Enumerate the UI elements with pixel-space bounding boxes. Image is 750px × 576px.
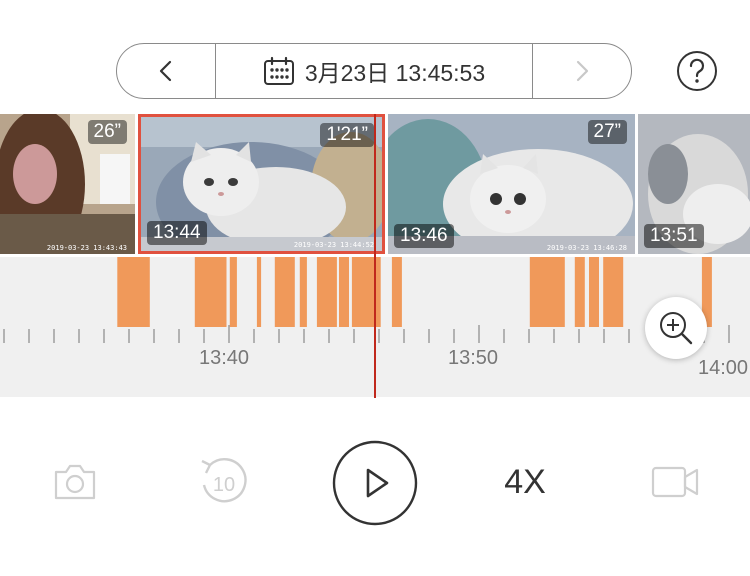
chevron-right-icon (576, 60, 589, 82)
recording-segment[interactable] (256, 257, 262, 327)
help-button[interactable] (676, 50, 718, 92)
camera-icon (54, 464, 96, 500)
recording-segment[interactable] (299, 257, 307, 327)
date-navigator: 3月23日 13:45:53 (116, 43, 632, 99)
recording-segment[interactable] (391, 257, 402, 327)
zoom-in-button[interactable] (645, 297, 707, 359)
recording-segment[interactable] (229, 257, 237, 327)
timeline-label: 13:50 (448, 347, 499, 369)
previous-day-button[interactable] (117, 44, 216, 98)
timeline-label: 13:40 (199, 347, 250, 369)
zoom-in-icon (660, 312, 693, 345)
next-day-button[interactable] (532, 44, 631, 98)
timeline-label: 14:00 (698, 357, 749, 379)
video-thumbnail-selected[interactable]: 1'21” 13:44 2019-03-23 13:44:52 (138, 114, 385, 254)
recording-segment[interactable] (274, 257, 295, 327)
recording-segment[interactable] (574, 257, 585, 327)
recording-segment[interactable] (194, 257, 227, 327)
clip-start-time: 13:51 (644, 224, 704, 248)
video-thumbnail[interactable]: 26” 2019-03-23 13:43:43 (0, 114, 135, 254)
calendar-icon (263, 56, 294, 85)
rewind-10-icon: 10 (201, 458, 247, 503)
help-icon (677, 51, 717, 91)
chevron-left-icon (159, 60, 172, 82)
play-icon (332, 440, 418, 526)
recording-segment[interactable] (316, 257, 337, 327)
clip-duration: 27” (587, 120, 627, 144)
clip-duration: 1'21” (320, 123, 374, 147)
screenshot-button[interactable] (48, 455, 102, 509)
recording-segment[interactable] (589, 257, 599, 327)
recording-segment[interactable] (117, 257, 150, 327)
recording-timestamp: 2019-03-23 13:46:28 (546, 244, 627, 252)
recording-timestamp: 2019-03-23 13:44:52 (293, 241, 374, 249)
play-button[interactable] (332, 440, 418, 526)
rewind-10-button[interactable]: 10 (196, 455, 250, 509)
recording-segment[interactable] (603, 257, 624, 327)
recording-segment[interactable] (529, 257, 565, 327)
video-thumbnail[interactable]: 27” 13:46 2019-03-23 13:46:28 (388, 114, 635, 254)
video-camera-icon (651, 466, 699, 498)
recording-segment[interactable] (351, 257, 381, 327)
playback-speed-button[interactable]: 4X (488, 460, 562, 504)
current-date-time: 3月23日 13:45:53 (304, 60, 486, 86)
rewind-seconds: 10 (213, 474, 235, 496)
recording-segment[interactable] (339, 257, 349, 327)
clip-start-time: 13:46 (394, 224, 454, 248)
record-button[interactable] (648, 455, 702, 509)
video-thumbnail[interactable]: 13:51 (638, 114, 750, 254)
date-picker-button[interactable]: 3月23日 13:45:53 (216, 44, 532, 98)
clip-duration: 26” (87, 120, 127, 144)
recording-timestamp: 2019-03-23 13:43:43 (46, 244, 127, 252)
playhead[interactable] (374, 114, 376, 398)
clip-start-time: 13:44 (147, 221, 207, 245)
